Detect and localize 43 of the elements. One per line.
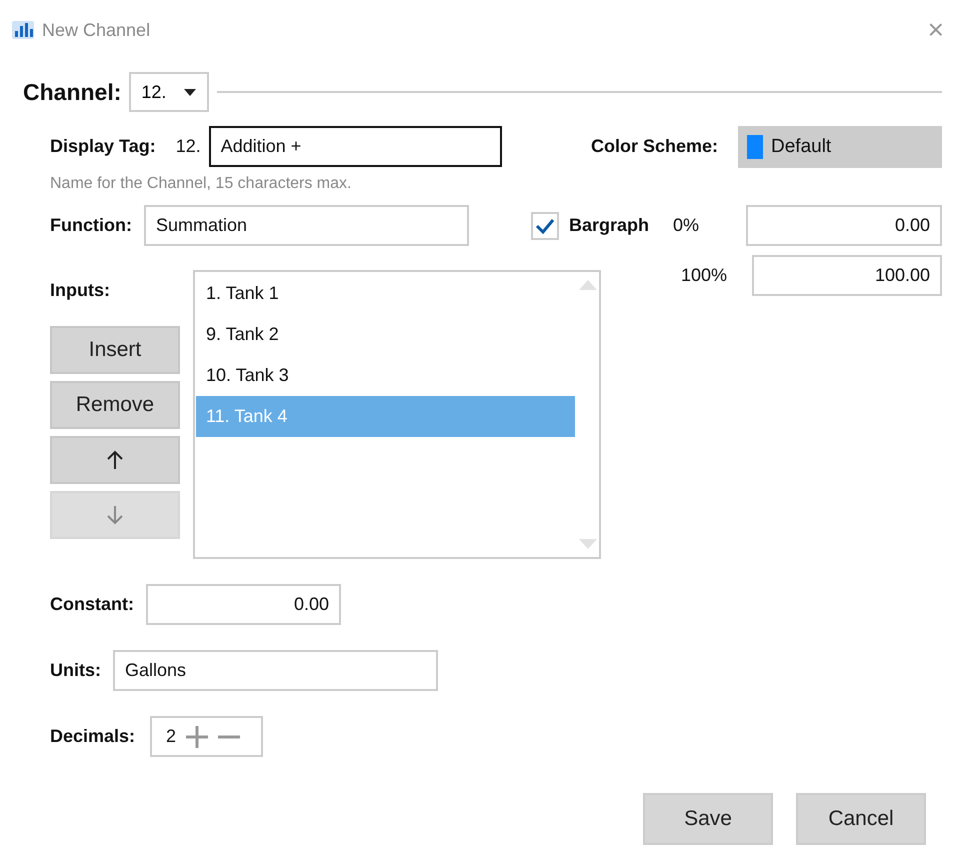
down-arrow-icon xyxy=(106,505,124,525)
caret-icon xyxy=(184,88,196,96)
decimals-label: Decimals: xyxy=(50,726,136,747)
list-action-button[interactable]: Remove xyxy=(50,381,180,429)
minus-icon[interactable] xyxy=(218,734,240,738)
check-icon xyxy=(534,218,555,234)
decimals-stepper[interactable]: 2 xyxy=(150,716,264,757)
max-percent-label: 100% xyxy=(681,265,728,286)
plus-icon[interactable] xyxy=(186,726,208,748)
cancel-button[interactable]: Cancel xyxy=(796,793,926,845)
min-percent-label: 0% xyxy=(673,215,700,236)
color-scheme-button[interactable]: Default xyxy=(738,126,942,168)
save-button[interactable]: Save xyxy=(643,793,773,845)
display-tag-label: Display Tag: xyxy=(50,136,156,157)
constant-field[interactable]: 0.00 xyxy=(146,584,341,625)
list-item[interactable]: 10. Tank 3 xyxy=(196,355,575,396)
list-item[interactable]: 1. Tank 1 xyxy=(196,273,575,314)
list-item[interactable]: 9. Tank 2 xyxy=(196,314,575,355)
bargraph-label: Bargraph xyxy=(568,215,649,236)
color-scheme-label: Color Scheme: xyxy=(590,136,718,157)
constant-label: Constant: xyxy=(50,594,134,615)
units-label: Units: xyxy=(50,660,101,681)
channel-label: Channel: xyxy=(23,78,122,106)
max-value-field[interactable]: 100.00 xyxy=(752,255,942,296)
list-action-button[interactable]: Insert xyxy=(50,326,180,374)
display-tag-field[interactable]: Addition + xyxy=(208,126,502,167)
units-field[interactable]: Gallons xyxy=(113,650,438,691)
channel-dropdown[interactable]: 12. xyxy=(129,72,210,112)
function-label: Function: xyxy=(50,215,132,236)
display-tag-hint: Name for the Channel, 15 characters max. xyxy=(50,175,352,193)
decimals-value: 2 xyxy=(166,726,176,747)
scroll-up-icon[interactable] xyxy=(579,280,597,290)
bar-chart-icon xyxy=(12,21,34,39)
move-up-button[interactable] xyxy=(50,436,180,484)
channel-number: 12. xyxy=(176,136,201,157)
inputs-label: Inputs: xyxy=(50,280,111,301)
up-arrow-icon xyxy=(106,450,124,470)
scroll-down-icon[interactable] xyxy=(579,539,597,549)
bargraph-checkbox[interactable] xyxy=(530,212,559,240)
function-field[interactable]: Summation xyxy=(144,205,469,246)
inputs-list[interactable]: 1. Tank 1 9. Tank 2 10. Tank 3 11. Tank 4 xyxy=(193,270,601,559)
window-title: New Channel xyxy=(42,20,152,40)
min-value-field[interactable]: 0.00 xyxy=(746,205,942,246)
